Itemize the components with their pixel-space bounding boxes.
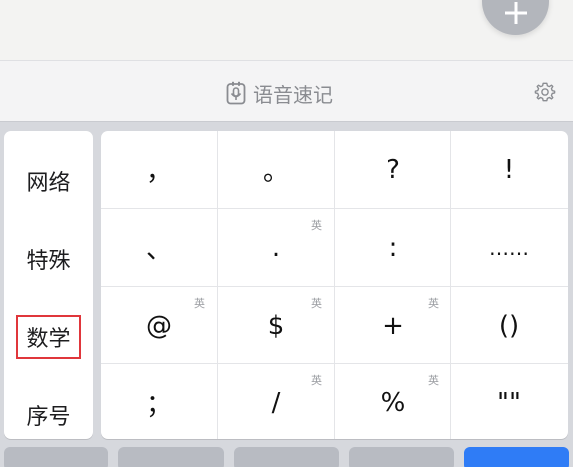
symbol-key[interactable]: …… <box>451 209 567 286</box>
symbol-key[interactable]: + 英 <box>335 287 451 364</box>
category-math[interactable]: 数学 <box>4 315 93 359</box>
symbol-key-label: 。 <box>262 157 289 187</box>
category-ordinal[interactable]: 序号 <box>4 395 93 435</box>
category-network[interactable]: 网络 <box>4 161 93 201</box>
category-special-label: 特殊 <box>26 249 71 274</box>
voice-memo-button[interactable]: 语音速记 <box>226 79 333 107</box>
symbol-key-label: ； <box>145 390 172 420</box>
english-mode-badge: 英 <box>428 374 439 387</box>
note-content-area[interactable] <box>0 0 573 60</box>
symbol-key[interactable]: 、 <box>101 209 217 286</box>
symbol-key-label: % <box>380 387 406 418</box>
symbol-key-label: + <box>382 310 404 341</box>
symbol-key[interactable]: : <box>335 209 451 286</box>
primary-action-key[interactable] <box>464 447 569 467</box>
english-mode-badge: 英 <box>194 297 205 310</box>
symbol-key[interactable]: ； <box>101 364 217 439</box>
english-mode-badge: 英 <box>311 297 322 310</box>
settings-button[interactable] <box>533 80 557 104</box>
symbol-key[interactable]: ， <box>101 131 217 208</box>
english-mode-badge: 英 <box>311 219 322 232</box>
voice-memo-label: 语音速记 <box>253 82 333 107</box>
symbol-key-label: …… <box>489 235 529 260</box>
bottom-row-key[interactable] <box>118 447 224 467</box>
category-network-label: 网络 <box>26 171 71 196</box>
symbol-key-label: ! <box>503 154 515 185</box>
symbol-key[interactable]: ? <box>335 131 451 208</box>
symbol-key[interactable]: ! <box>451 131 567 208</box>
voice-memo-icon <box>226 81 246 105</box>
symbol-key-label: . <box>271 232 281 263</box>
english-mode-badge: 英 <box>428 297 439 310</box>
symbol-key-label: "" <box>497 387 521 418</box>
category-ordinal-label: 序号 <box>26 405 71 430</box>
symbol-key-label: ? <box>386 154 400 185</box>
symbol-key[interactable]: 。 <box>218 131 334 208</box>
symbol-key[interactable]: "" <box>451 364 567 439</box>
bottom-row-key[interactable] <box>349 447 454 467</box>
symbol-key[interactable]: % 英 <box>335 364 451 439</box>
symbol-key[interactable]: @ 英 <box>101 287 217 364</box>
symbol-key[interactable]: () <box>451 287 567 364</box>
gear-icon <box>534 82 556 102</box>
symbol-key-label: / <box>271 387 281 418</box>
symbol-key-grid: ， 。 ? ! 、 .英 : …… @ 英 $ 英 + 英 () ； / 英 % 英 "" <box>101 131 568 439</box>
add-button[interactable] <box>482 0 549 35</box>
symbol-key-label: : <box>388 232 398 263</box>
symbol-key[interactable]: / 英 <box>218 364 334 439</box>
symbol-category-list: 网络 特殊 数学 序号 <box>4 131 93 439</box>
english-mode-badge: 英 <box>311 374 322 387</box>
bottom-row-key[interactable] <box>234 447 339 467</box>
symbol-key[interactable]: .英 <box>218 209 334 286</box>
category-special[interactable]: 特殊 <box>4 239 93 279</box>
symbol-key-label: @ <box>146 310 172 341</box>
symbol-key-label: () <box>498 310 520 341</box>
symbol-key-label: 、 <box>145 235 172 265</box>
category-math-label: 数学 <box>16 315 81 359</box>
keyboard-toolbar: 语音速记 <box>0 60 573 122</box>
symbol-key[interactable]: $ 英 <box>218 287 334 364</box>
bottom-row-key[interactable] <box>4 447 108 467</box>
plus-icon <box>504 1 527 24</box>
symbol-key-label: ， <box>145 157 172 187</box>
symbol-key-label: $ <box>267 310 285 341</box>
